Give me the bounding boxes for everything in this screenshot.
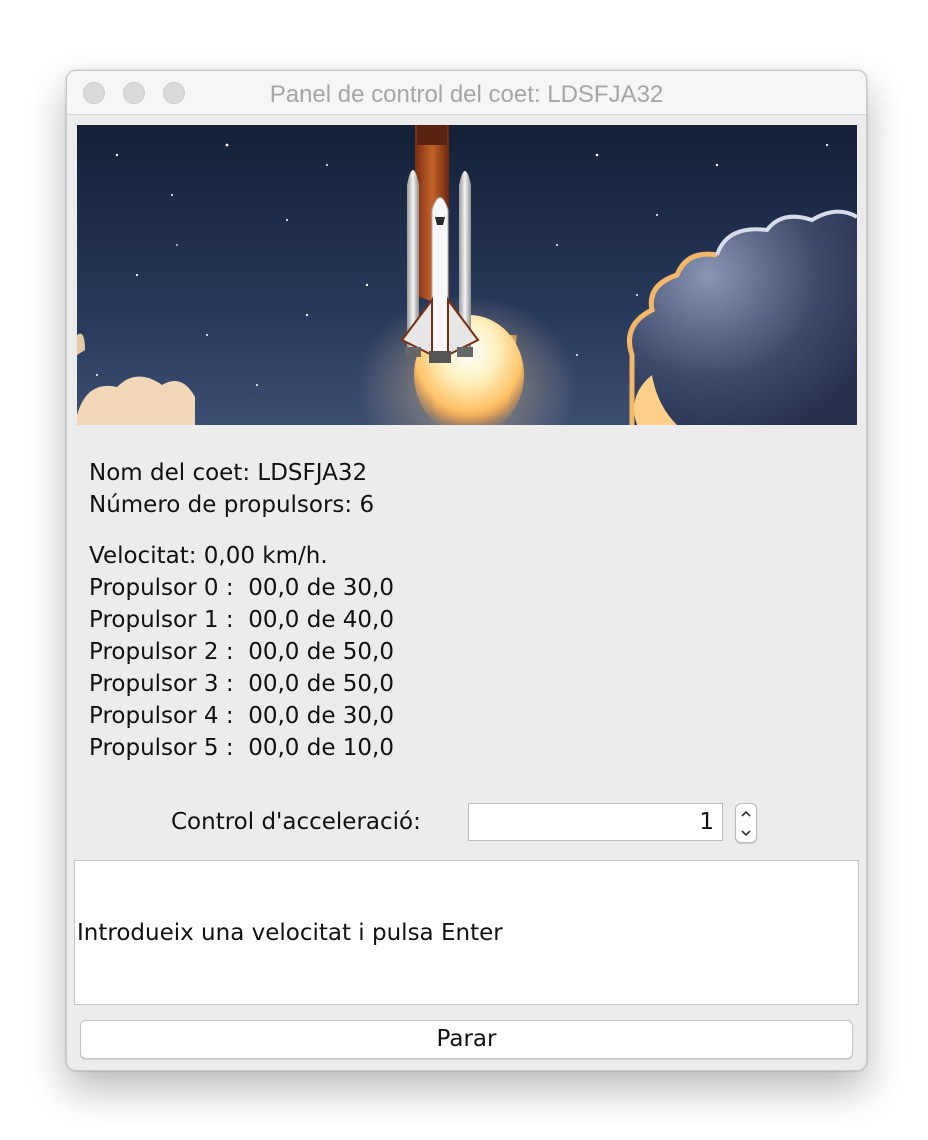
speed-label: Velocitat: 0,00 km/h. <box>89 543 328 569</box>
stepper-up-button[interactable] <box>736 804 756 823</box>
acceleration-label: Control d'acceleració: <box>171 809 421 835</box>
rocket-status: Velocitat: 0,00 km/h. Propulsor 0 : 00,0… <box>89 540 394 764</box>
thruster-status-3: Propulsor 3 : 00,0 de 50,0 <box>89 671 394 697</box>
window-title: Panel de control del coet: LDSFJA32 <box>269 81 664 108</box>
rocket-launch-image <box>77 125 857 425</box>
acceleration-input[interactable] <box>468 803 723 841</box>
thruster-status-5: Propulsor 5 : 00,0 de 10,0 <box>89 735 394 761</box>
stop-button[interactable]: Parar <box>80 1020 853 1059</box>
rocket-info: Nom del coet: LDSFJA32 Número de propuls… <box>89 457 374 521</box>
chevron-down-icon <box>741 829 751 836</box>
thruster-status-1: Propulsor 1 : 00,0 de 40,0 <box>89 607 394 633</box>
thruster-status-0: Propulsor 0 : 00,0 de 30,0 <box>89 575 394 601</box>
rocket-name-label: Nom del coet: LDSFJA32 <box>89 460 368 486</box>
chevron-up-icon <box>741 810 751 817</box>
rocket-control-window: Panel de control del coet: LDSFJA32 Nom … <box>66 70 867 1071</box>
rocket-launch-illustration <box>77 125 857 425</box>
stepper-down-button[interactable] <box>736 823 756 842</box>
message-area: Introdueix una velocitat i pulsa Enter <box>74 860 859 1005</box>
acceleration-stepper[interactable] <box>735 803 757 843</box>
thruster-status-4: Propulsor 4 : 00,0 de 30,0 <box>89 703 394 729</box>
title-bar[interactable]: Panel de control del coet: LDSFJA32 <box>67 71 866 115</box>
thruster-status-2: Propulsor 2 : 00,0 de 50,0 <box>89 639 394 665</box>
thruster-count-label: Número de propulsors: 6 <box>89 492 375 518</box>
message-text: Introdueix una velocitat i pulsa Enter <box>77 920 503 946</box>
